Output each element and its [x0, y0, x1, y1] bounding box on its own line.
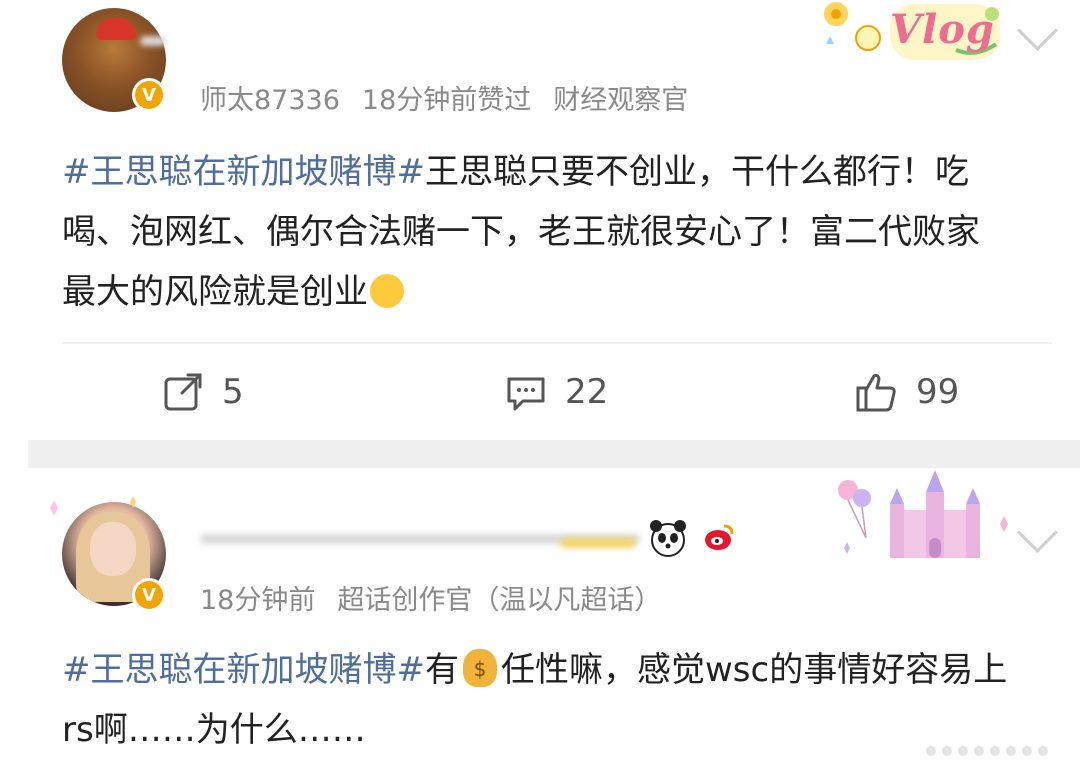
post-content: #王思聪在新加坡赌博#王思聪只要不创业，干什么都行！吃喝、泡网红、偶尔合法赌一下… — [62, 142, 1010, 322]
vlog-sticker-text: Vlog — [890, 6, 995, 53]
verified-badge-icon: V — [132, 578, 166, 612]
laugh-cry-emoji-icon — [370, 273, 404, 308]
castle-balloon-sticker-icon — [838, 470, 1008, 558]
post-card: V 师太87336 18分钟前赞过 财经观察官 Vlog #王思聪在新加坡赌博#王思… — [0, 0, 1080, 440]
post-separator — [28, 440, 1080, 468]
share-button[interactable]: 5 — [162, 362, 244, 422]
chevron-down-icon[interactable] — [1016, 9, 1059, 52]
meta-time: 18分钟前赞过 — [361, 85, 532, 116]
divider — [62, 342, 1052, 344]
topic-link[interactable]: #王思聪在新加坡赌博# — [62, 152, 425, 192]
avatar-face — [90, 522, 136, 576]
username-redacted — [140, 36, 166, 46]
panda-emoji-icon — [650, 520, 686, 557]
topic-link[interactable]: #王思聪在新加坡赌博# — [62, 650, 425, 690]
like-count: 99 — [916, 372, 960, 412]
comment-count: 22 — [565, 372, 609, 412]
post-card: V 18分钟前 超话创作官（温以凡超话） #王思聪在新加坡赌博#有 $ 任性嘛，感觉w… — [0, 468, 1080, 772]
sparkle-decoration-icon — [50, 496, 136, 516]
post-meta: 18分钟前 超话创作官（温以凡超话） — [200, 578, 683, 617]
meta-time: 18分钟前 — [200, 585, 316, 616]
name-highlight — [560, 538, 636, 548]
share-count: 5 — [222, 372, 244, 412]
like-button[interactable]: 99 — [854, 362, 959, 422]
avatar-hat — [96, 18, 136, 40]
weibo-logo-icon — [705, 524, 734, 550]
comment-icon — [507, 377, 545, 411]
action-bar: 5 22 99 — [0, 362, 1080, 422]
verified-badge-icon: V — [132, 78, 166, 112]
meta-role: 财经观察官 — [553, 85, 689, 116]
share-icon — [164, 373, 202, 411]
post-content: #王思聪在新加坡赌博#有 $ 任性嘛，感觉wsc的事情好容易上rs啊……为什么…… — [62, 640, 1010, 760]
money-bag-emoji-icon: $ — [462, 648, 497, 687]
comment-button[interactable]: 22 — [505, 362, 608, 422]
meta-role[interactable]: 超话创作官（温以凡超话） — [337, 585, 661, 616]
meta-user[interactable]: 师太87336 — [200, 85, 340, 116]
post-text-before: 有 — [424, 650, 459, 690]
post-meta: 师太87336 18分钟前赞过 财经观察官 — [200, 78, 710, 117]
watermark-dots — [926, 746, 1048, 756]
thumbs-up-icon — [856, 373, 896, 412]
